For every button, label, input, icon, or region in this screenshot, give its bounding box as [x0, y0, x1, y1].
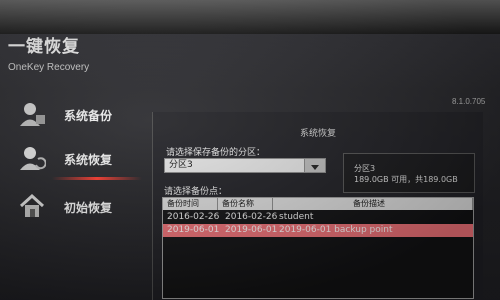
- row-time: 2019-06-01: [167, 225, 219, 235]
- column-header-time: 备份时间: [163, 198, 218, 210]
- column-header-description: 备份描述: [273, 198, 473, 210]
- sidebar-item-label: 系统备份: [64, 109, 113, 123]
- partition-selected-value: 分区3: [169, 160, 193, 170]
- backup-user-icon: [18, 101, 46, 127]
- sidebar-item-label: 系统恢复: [64, 153, 113, 167]
- partition-info-space: 189.0GB 可用，共189.0GB: [354, 175, 458, 184]
- row-description: student: [279, 212, 314, 222]
- sidebar-item-label: 初始恢复: [64, 201, 113, 215]
- table-header: 备份时间 备份名称 备份描述: [163, 198, 473, 210]
- row-description: 2019-06-01 backup point: [279, 225, 393, 235]
- monitor-bezel: [0, 0, 500, 34]
- sidebar-item-system-backup[interactable]: 系统备份: [0, 93, 150, 137]
- backup-point-prompt: 请选择备份点：: [164, 187, 228, 197]
- sidebar-item-initial-recovery[interactable]: 初始恢复: [0, 185, 150, 229]
- table-row[interactable]: 2016-02-26 2016-02-26 student: [163, 211, 473, 224]
- version-label: 8.1.0.705: [452, 97, 486, 106]
- chevron-down-icon[interactable]: [304, 159, 325, 172]
- partition-info-name: 分区3: [354, 164, 376, 173]
- partition-prompt: 请选择保存备份的分区：: [166, 148, 266, 158]
- table-row-selected[interactable]: 2019-06-01 2019-06-01 2019-06-01 backup …: [163, 224, 473, 237]
- app-subtitle: OneKey Recovery: [8, 62, 90, 73]
- backup-point-table: 备份时间 备份名称 备份描述 2016-02-26 2016-02-26 stu…: [162, 197, 474, 299]
- recovery-user-icon: [18, 145, 47, 171]
- row-name: 2016-02-26: [225, 212, 277, 222]
- sidebar: 系统备份 系统恢复 初始恢复: [0, 85, 150, 300]
- row-time: 2016-02-26: [167, 212, 219, 222]
- column-header-name: 备份名称: [218, 198, 273, 210]
- row-name: 2019-06-01: [225, 225, 277, 235]
- panel-title: 系统恢复: [300, 129, 337, 139]
- partition-select[interactable]: 分区3: [164, 158, 326, 173]
- partition-info-box: 分区3 189.0GB 可用，共189.0GB: [343, 153, 475, 193]
- sidebar-item-system-recovery[interactable]: 系统恢复: [0, 137, 150, 181]
- home-restore-icon: [18, 193, 46, 219]
- recovery-screen: 一键恢复 OneKey Recovery 8.1.0.705 系统备份 系统恢复…: [0, 0, 500, 300]
- app-title: 一键恢复: [8, 37, 80, 57]
